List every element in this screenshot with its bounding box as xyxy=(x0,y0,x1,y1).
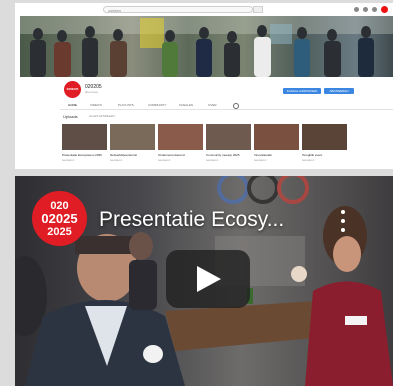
video-title-link[interactable]: Presentatie Ecosy... xyxy=(99,208,284,232)
video-title[interactable]: Ondernemersavond xyxy=(158,153,203,157)
play-icon xyxy=(197,266,221,292)
video-thumbnail[interactable] xyxy=(110,124,155,150)
video-thumbnail[interactable] xyxy=(158,124,203,150)
video-thumbnail[interactable] xyxy=(62,124,107,150)
notifications-icon[interactable] xyxy=(372,7,377,12)
subscriber-count: abonnees xyxy=(85,90,99,94)
subscribe-button[interactable]: ABONNEREN xyxy=(324,88,354,94)
video-title[interactable]: Community meetup 2025 xyxy=(206,153,251,157)
channel-page-screenshot: zoeken 0202025 020205 abonnees KANAAL AA… xyxy=(15,3,393,169)
tab-videos[interactable]: VIDEO'S xyxy=(90,103,102,107)
channel-header: 0202025 020205 abonnees KANAAL AANPASSEN… xyxy=(15,77,393,101)
shelf-title: Uploads xyxy=(63,114,78,119)
video-thumbnail[interactable] xyxy=(254,124,299,150)
tab-about[interactable]: OVER xyxy=(208,103,217,107)
tab-playlists[interactable]: PLAYLISTS xyxy=(118,103,134,107)
video-title[interactable]: Presentatie Ecosysteem 2025 xyxy=(62,153,107,157)
tab-community[interactable]: COMMUNITY xyxy=(148,103,167,107)
banner-crowd-image xyxy=(20,16,393,77)
video-thumbnail[interactable] xyxy=(302,124,347,150)
customize-channel-button[interactable]: KANAAL AANPASSEN xyxy=(283,88,321,94)
video-meta: weergaven xyxy=(302,159,315,162)
badge-line-1: 020 xyxy=(50,199,69,212)
channel-banner xyxy=(20,16,393,77)
video-meta: weergaven xyxy=(62,159,75,162)
video-meta: weergaven xyxy=(158,159,171,162)
upload-icon[interactable] xyxy=(354,7,359,12)
tabs-divider xyxy=(60,109,393,110)
video-thumbnail[interactable] xyxy=(206,124,251,150)
channel-avatar-badge[interactable]: 020 02025 2025 xyxy=(32,191,87,246)
tab-channels[interactable]: KANALEN xyxy=(179,103,193,107)
badge-line-2: 02025 xyxy=(41,210,78,226)
badge-line-3: 2025 xyxy=(47,225,72,238)
browser-topbar: zoeken xyxy=(15,3,393,16)
tab-home[interactable]: HOME xyxy=(68,103,77,107)
more-options-icon[interactable] xyxy=(335,208,351,234)
play-button[interactable] xyxy=(166,250,250,308)
video-meta: weergaven xyxy=(110,159,123,162)
video-title[interactable]: Innovatiecafé xyxy=(254,153,299,157)
apps-icon[interactable] xyxy=(363,7,368,12)
video-meta: weergaven xyxy=(254,159,267,162)
video-meta: weergaven xyxy=(206,159,219,162)
search-button[interactable] xyxy=(253,6,263,13)
video-title[interactable]: Terugblik event xyxy=(302,153,347,157)
channel-logo[interactable]: 0202025 xyxy=(64,81,81,98)
video-title[interactable]: Netwerkbijeenkomst xyxy=(110,153,155,157)
account-avatar[interactable] xyxy=(381,6,388,13)
video-player[interactable]: 020 02025 2025 Presentatie Ecosy... xyxy=(15,176,393,386)
search-input[interactable]: zoeken xyxy=(103,6,253,13)
play-all-link[interactable]: ALLES AFSPELEN xyxy=(89,114,115,118)
